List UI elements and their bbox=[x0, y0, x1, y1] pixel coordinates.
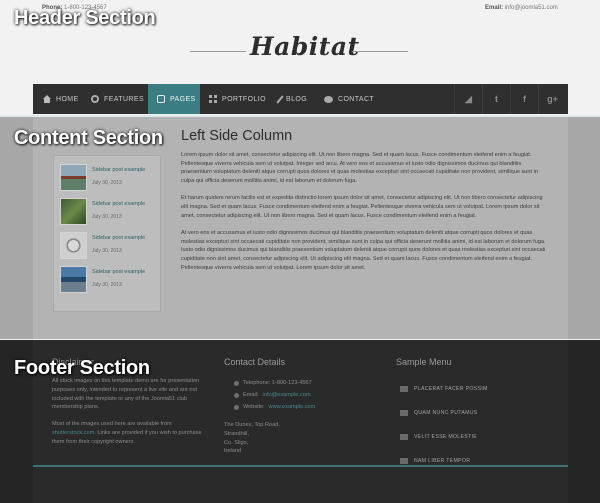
main-article: Left Side Column Lorem ipsum dolor sit a… bbox=[181, 128, 551, 281]
post-thumbnail[interactable] bbox=[60, 164, 87, 191]
menu-item-icon bbox=[400, 434, 408, 440]
sidebar-module: Sidebar post example July 30, 2013 Sideb… bbox=[53, 155, 161, 312]
article-paragraph: At vero eos et accusamus et iusto odio d… bbox=[181, 230, 546, 271]
twitter-icon: t bbox=[495, 94, 498, 104]
nav-label: Blog bbox=[286, 95, 308, 103]
sidebar-post[interactable]: Sidebar post example July 30, 2013 bbox=[60, 266, 160, 296]
post-title-link[interactable]: Sidebar post example bbox=[92, 167, 145, 173]
chat-bubble-icon bbox=[324, 95, 333, 103]
sidebar-post[interactable]: Sidebar post example July 30, 2013 bbox=[60, 232, 160, 262]
note-text: Most of the images used here are availab… bbox=[52, 421, 172, 428]
gears-icon bbox=[91, 95, 99, 103]
footer-menu-item[interactable]: NAM LIBER TEMPOR bbox=[396, 449, 556, 473]
contact-telephone: Telephone: 1-800-123-4567 bbox=[224, 377, 374, 389]
home-icon bbox=[43, 95, 51, 103]
post-thumbnail[interactable] bbox=[60, 198, 87, 225]
google-plus-icon: g+ bbox=[547, 94, 558, 104]
website-label: Website: bbox=[243, 404, 265, 410]
social-facebook-button[interactable]: f bbox=[510, 84, 538, 114]
grid-icon bbox=[209, 95, 217, 103]
menu-item-label: PLACERAT FACER POSSIM bbox=[414, 386, 488, 392]
address-line: Ireland bbox=[224, 448, 242, 455]
nav-label: Portfolio bbox=[222, 95, 266, 103]
post-title-link[interactable]: Sidebar post example bbox=[92, 269, 145, 275]
pencil-icon bbox=[276, 94, 284, 104]
nav-item-features[interactable]: Features bbox=[87, 84, 147, 114]
nav-item-pages[interactable]: Pages bbox=[148, 84, 200, 114]
logo-row: Habitat bbox=[0, 30, 600, 70]
footer-menu-item[interactable]: VELIT ESSE MOLESTIE bbox=[396, 425, 556, 449]
disclaimer-text: All stock images on this template demo a… bbox=[52, 378, 200, 411]
menu-item-label: QUAM NUNC PUTAMUS bbox=[414, 410, 478, 416]
contact-address: The Dunes, Top Road, Strandhill, Co. Sli… bbox=[224, 421, 374, 456]
address-line: The Dunes, Top Road, bbox=[224, 422, 280, 428]
menu-item-icon bbox=[400, 386, 408, 392]
email-address[interactable]: info@joomla51.com bbox=[505, 5, 558, 11]
menu-item-label: VELIT ESSE MOLESTIE bbox=[414, 434, 477, 440]
nav-label: Pages bbox=[170, 95, 196, 103]
nav-label: Contact bbox=[338, 95, 375, 103]
phone-icon bbox=[234, 380, 239, 386]
content-section-label: Content Section bbox=[14, 127, 163, 149]
camera-icon bbox=[157, 95, 165, 103]
email-link[interactable]: info@example.com bbox=[263, 392, 311, 398]
nav-item-home[interactable]: Home bbox=[39, 84, 83, 114]
nav-label: Features bbox=[104, 95, 145, 103]
telephone-text: Telephone: 1-800-123-4567 bbox=[243, 380, 312, 386]
post-title-link[interactable]: Sidebar post example bbox=[92, 235, 145, 241]
envelope-icon bbox=[234, 392, 239, 398]
topbar-email: Email: info@joomla51.com bbox=[485, 5, 558, 11]
disclaimer-note: Most of the images used here are availab… bbox=[52, 420, 207, 446]
footer-menu-item[interactable]: QUAM NUNC PUTAMUS bbox=[396, 401, 556, 425]
globe-icon bbox=[234, 404, 239, 410]
email-label: Email: bbox=[485, 5, 504, 11]
logo-divider-left bbox=[190, 51, 246, 52]
social-rss-button[interactable]: ◢ bbox=[454, 84, 482, 114]
social-google-plus-button[interactable]: g+ bbox=[538, 84, 566, 114]
footer-contact: Contact Details Telephone: 1-800-123-456… bbox=[224, 357, 374, 456]
address-line: Strandhill, bbox=[224, 430, 249, 437]
post-title-link[interactable]: Sidebar post example bbox=[92, 201, 145, 207]
social-twitter-button[interactable]: t bbox=[482, 84, 510, 114]
sidebar-post[interactable]: Sidebar post example July 30, 2013 bbox=[60, 198, 160, 228]
post-thumbnail[interactable] bbox=[60, 232, 87, 259]
contact-website: Website: www.example.com bbox=[224, 401, 374, 413]
menu-item-icon bbox=[400, 458, 408, 464]
menu-item-icon bbox=[400, 410, 408, 416]
footer-heading: Sample Menu bbox=[396, 357, 452, 367]
header-section-label: Header Section bbox=[14, 7, 156, 29]
menu-item-label: NAM LIBER TEMPOR bbox=[414, 458, 471, 464]
post-thumbnail[interactable] bbox=[60, 266, 87, 293]
rss-icon: ◢ bbox=[465, 93, 472, 104]
article-paragraph: Et harum quidem rerum facilis est et exp… bbox=[181, 195, 543, 219]
logo-divider-right bbox=[352, 51, 408, 52]
post-date: July 30, 2013 bbox=[92, 214, 122, 220]
content-footer-divider bbox=[0, 339, 600, 340]
footer-heading: Contact Details bbox=[224, 357, 286, 367]
nav-item-portfolio[interactable]: Portfolio bbox=[205, 84, 267, 114]
footer-bottom-line bbox=[33, 465, 568, 467]
footer-menu-item[interactable]: PLACERAT FACER POSSIM bbox=[396, 377, 556, 401]
email-label: Email: bbox=[243, 392, 259, 398]
post-date: July 30, 2013 bbox=[92, 180, 122, 186]
contact-email: Email: info@example.com bbox=[224, 389, 374, 401]
footer-section-label: Footer Section bbox=[14, 357, 150, 379]
main-nav: Home Features Pages Portfolio Blog Conta… bbox=[33, 84, 568, 114]
sidebar-post[interactable]: Sidebar post example July 30, 2013 bbox=[60, 164, 160, 194]
nav-item-blog[interactable]: Blog bbox=[275, 84, 315, 114]
shutterstock-link[interactable]: shutterstock.com bbox=[52, 430, 94, 436]
footer-menu: Sample Menu PLACERAT FACER POSSIM QUAM N… bbox=[396, 357, 556, 473]
nav-item-contact[interactable]: Contact bbox=[320, 84, 380, 114]
address-line: Co. Sligo, bbox=[224, 439, 249, 446]
site-logo[interactable]: Habitat bbox=[250, 32, 359, 61]
article-title: Left Side Column bbox=[181, 128, 293, 144]
website-link[interactable]: www.example.com bbox=[269, 404, 316, 410]
post-date: July 30, 2013 bbox=[92, 248, 122, 254]
article-paragraph: Lorem ipsum dolor sit amet, consectetur … bbox=[181, 152, 538, 184]
post-date: July 30, 2013 bbox=[92, 282, 122, 288]
facebook-icon: f bbox=[523, 94, 526, 104]
nav-label: Home bbox=[56, 95, 79, 103]
